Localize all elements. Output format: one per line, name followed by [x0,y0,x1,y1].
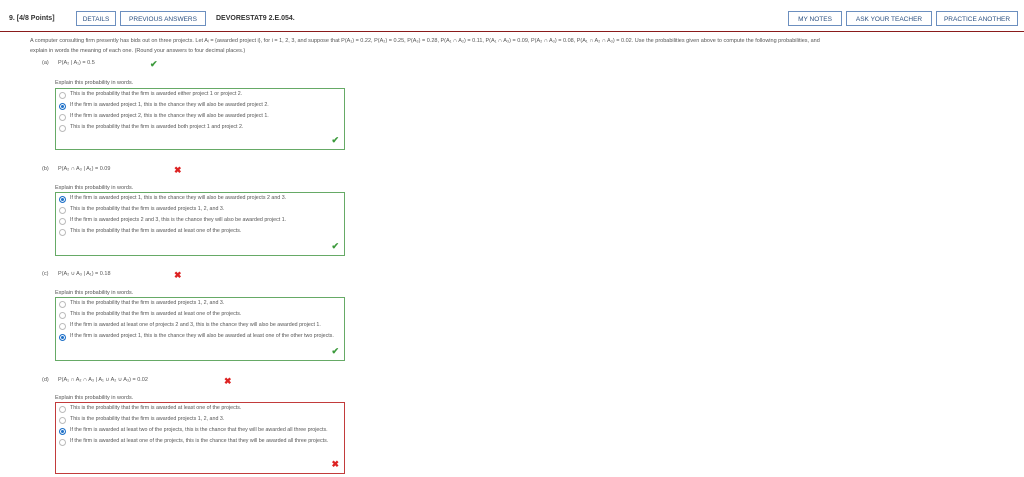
part-label: (d) [42,377,49,383]
part-expression-line: (b) P(A₂ ∩ A₃ | A₁) = 0.09 [42,166,110,172]
answer-option-text: This is the probability that the firm is… [70,300,225,306]
answer-option[interactable]: This is the probability that the firm is… [56,403,344,414]
answer-option-text: This is the probability that the firm is… [70,405,242,411]
radio-icon[interactable] [59,417,66,424]
answer-option[interactable]: If the firm is awarded projects 2 and 3,… [56,215,344,226]
explain-prompt: Explain this probability in words. [55,290,134,296]
radio-selected-icon[interactable] [59,428,66,435]
answer-option[interactable]: If the firm is awarded project 1, this i… [56,193,344,204]
part-expression-line: (c) P(A₂ ∪ A₃ | A₁) = 0.18 [42,271,111,277]
answer-option-text: If the firm is awarded project 2, this i… [70,113,269,119]
part-answer-expression: P(A₂ ∪ A₃ | A₁) = 0.18 [58,271,111,277]
part-answer-expression: P(A₂ | A₁) = 0.5 [58,60,95,66]
radio-icon[interactable] [59,92,66,99]
practice-another-button[interactable]: PRACTICE ANOTHER [936,11,1018,26]
part-answer-expression: P(A₂ ∩ A₃ | A₁) = 0.09 [58,166,111,172]
answer-choice-group: This is the probability that the firm is… [55,297,345,361]
radio-selected-icon[interactable] [59,196,66,203]
answer-option-text: If the firm is awarded at least one of t… [70,438,329,444]
answer-choice-group: If the firm is awarded project 1, this i… [55,192,345,256]
answer-option[interactable]: If the firm is awarded at least one of t… [56,436,344,447]
cross-icon: ✖ [224,376,232,386]
answer-option[interactable]: This is the probability that the firm is… [56,414,344,425]
answer-choice-group: This is the probability that the firm is… [55,88,345,150]
part-answer-expression: P(A₁ ∩ A₂ ∩ A₃ | A₁ ∪ A₂ ∪ A₃) = 0.02 [58,377,148,383]
part-expression-line: (a) P(A₂ | A₁) = 0.5 [42,60,95,66]
problem-statement-line-1: A computer consulting firm presently has… [30,38,820,44]
radio-selected-icon[interactable] [59,103,66,110]
answer-option[interactable]: This is the probability that the firm is… [56,204,344,215]
answer-option-text: If the firm is awarded project 1, this i… [70,102,269,108]
question-number-points: 9. [4/8 Points] [9,15,55,22]
answer-option-text: If the firm is awarded projects 2 and 3,… [70,217,287,223]
question-points: [4/8 Points] [16,15,55,22]
radio-icon[interactable] [59,439,66,446]
part-label: (a) [42,60,49,66]
answer-option-text: If the firm is awarded at least one of p… [70,322,321,328]
answer-option[interactable]: If the firm is awarded project 2, this i… [56,111,344,122]
explain-prompt: Explain this probability in words. [55,185,134,191]
radio-icon[interactable] [59,323,66,330]
ask-teacher-button[interactable]: ASK YOUR TEACHER [846,11,932,26]
details-button[interactable]: DETAILS [76,11,116,26]
explain-prompt: Explain this probability in words. [55,395,134,401]
answer-option[interactable]: This is the probability that the firm is… [56,298,344,309]
header-divider [0,31,1024,32]
answer-option[interactable]: If the firm is awarded at least two of t… [56,425,344,436]
question-number: 9. [9,15,15,22]
cross-icon: ✖ [174,270,182,280]
radio-icon[interactable] [59,125,66,132]
radio-icon[interactable] [59,301,66,308]
answer-option-text: This is the probability that the firm is… [70,228,242,234]
part-expression-line: (d) P(A₁ ∩ A₂ ∩ A₃ | A₁ ∪ A₂ ∪ A₃) = 0.02 [42,377,148,383]
radio-selected-icon[interactable] [59,334,66,341]
problem-code: DEVORESTAT9 2.E.054. [216,15,295,22]
check-icon: ✔ [331,135,339,145]
check-icon: ✔ [331,346,339,356]
check-icon: ✔ [150,59,158,69]
answer-option-text: This is the probability that the firm is… [70,416,225,422]
answer-option-text: If the firm is awarded project 1, this i… [70,195,287,201]
answer-option-text: This is the probability that the firm is… [70,124,244,130]
answer-option-text: If the firm is awarded at least two of t… [70,427,328,433]
answer-choice-group: This is the probability that the firm is… [55,402,345,474]
answer-option-text: This is the probability that the firm is… [70,311,242,317]
problem-statement-line-2: explain in words the meaning of each one… [30,48,246,54]
answer-option-text: If the firm is awarded project 1, this i… [70,333,334,339]
radio-icon[interactable] [59,312,66,319]
answer-option-text: This is the probability that the firm is… [70,91,243,97]
part-label: (c) [42,271,49,277]
answer-option[interactable]: This is the probability that the firm is… [56,122,344,133]
cross-icon: ✖ [331,459,339,469]
radio-icon[interactable] [59,218,66,225]
answer-option[interactable]: This is the probability that the firm is… [56,89,344,100]
cross-icon: ✖ [174,165,182,175]
previous-answers-button[interactable]: PREVIOUS ANSWERS [120,11,206,26]
answer-option[interactable]: If the firm is awarded project 1, this i… [56,331,344,342]
part-label: (b) [42,166,49,172]
radio-icon[interactable] [59,207,66,214]
answer-option[interactable]: This is the probability that the firm is… [56,309,344,320]
check-icon: ✔ [331,241,339,251]
answer-option[interactable]: If the firm is awarded project 1, this i… [56,100,344,111]
my-notes-button[interactable]: MY NOTES [788,11,842,26]
question-header: 9. [4/8 Points] DETAILS PREVIOUS ANSWERS… [0,0,1024,30]
problem-statement: A computer consulting firm presently has… [30,36,1015,56]
radio-icon[interactable] [59,114,66,121]
answer-option[interactable]: This is the probability that the firm is… [56,226,344,237]
answer-option[interactable]: If the firm is awarded at least one of p… [56,320,344,331]
radio-icon[interactable] [59,406,66,413]
explain-prompt: Explain this probability in words. [55,80,134,86]
radio-icon[interactable] [59,229,66,236]
answer-option-text: This is the probability that the firm is… [70,206,225,212]
